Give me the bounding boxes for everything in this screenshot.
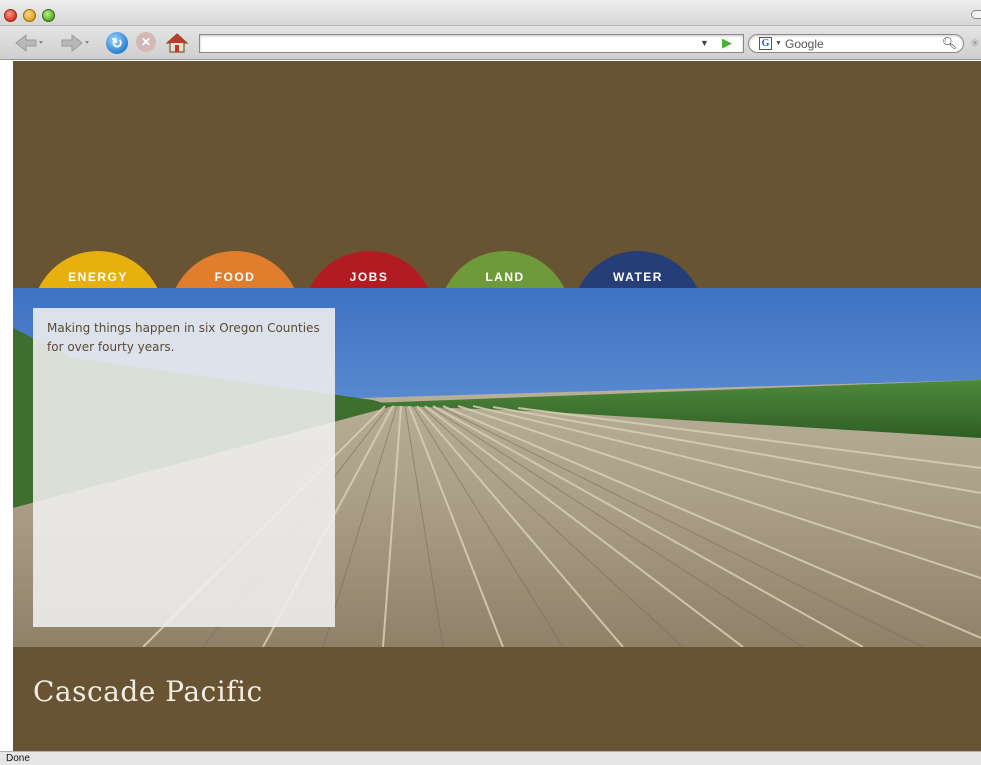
tab-jobs[interactable]: JOBS [303, 251, 435, 288]
tab-water-label: WATER [613, 270, 663, 284]
status-bar: Done [0, 751, 981, 765]
minimize-window-button[interactable] [23, 9, 36, 22]
search-bar[interactable]: G ▼ Google 🔍︎ [748, 34, 964, 53]
tab-land[interactable]: LAND [439, 251, 571, 288]
footer-band: Cascade Pacific [13, 647, 981, 751]
stop-button[interactable]: ✕ [136, 32, 156, 52]
home-button[interactable] [166, 32, 188, 54]
zoom-window-button[interactable] [42, 9, 55, 22]
back-arrow-icon [15, 33, 43, 53]
forward-button[interactable] [60, 32, 90, 54]
tab-water[interactable]: WATER [572, 251, 704, 288]
site-title[interactable]: Cascade Pacific [33, 675, 263, 708]
tab-food[interactable]: FOOD [169, 251, 301, 288]
tab-energy-label: ENERGY [68, 270, 128, 284]
engine-dropdown-icon[interactable]: ▼ [775, 40, 782, 47]
tagline-text: Making things happen in six Oregon Count… [47, 321, 320, 354]
window-titlebar [0, 0, 981, 26]
close-window-button[interactable] [4, 9, 17, 22]
activity-spinner-icon: ✳ [970, 36, 981, 50]
reload-icon: ↻ [111, 34, 123, 51]
toolbar-toggle-button[interactable] [971, 10, 981, 19]
tab-energy[interactable]: ENERGY [32, 251, 164, 288]
nav-tabs: ENERGY FOOD JOBS LAND WATER [13, 61, 981, 288]
status-text: Done [6, 753, 30, 764]
history-dropdown-icon[interactable]: ▼ [700, 38, 709, 48]
reload-button[interactable]: ↻ [106, 32, 128, 54]
tab-jobs-label: JOBS [349, 270, 389, 284]
forward-arrow-icon [61, 33, 89, 53]
search-engine-name: Google [785, 37, 824, 51]
page-viewport: ENERGY FOOD JOBS LAND WATER Making thing… [0, 61, 981, 751]
stop-icon: ✕ [140, 35, 152, 49]
tagline-panel: Making things happen in six Oregon Count… [33, 308, 335, 627]
home-icon [166, 33, 188, 53]
tab-land-label: LAND [485, 270, 525, 284]
address-bar[interactable] [199, 34, 744, 53]
search-icon[interactable]: 🔍︎ [942, 36, 957, 50]
google-logo-icon[interactable]: G [759, 37, 772, 50]
hero-image: Making things happen in six Oregon Count… [13, 288, 981, 647]
tab-food-label: FOOD [214, 270, 256, 284]
back-button[interactable] [14, 32, 44, 54]
go-button[interactable]: ▶ [722, 35, 732, 51]
